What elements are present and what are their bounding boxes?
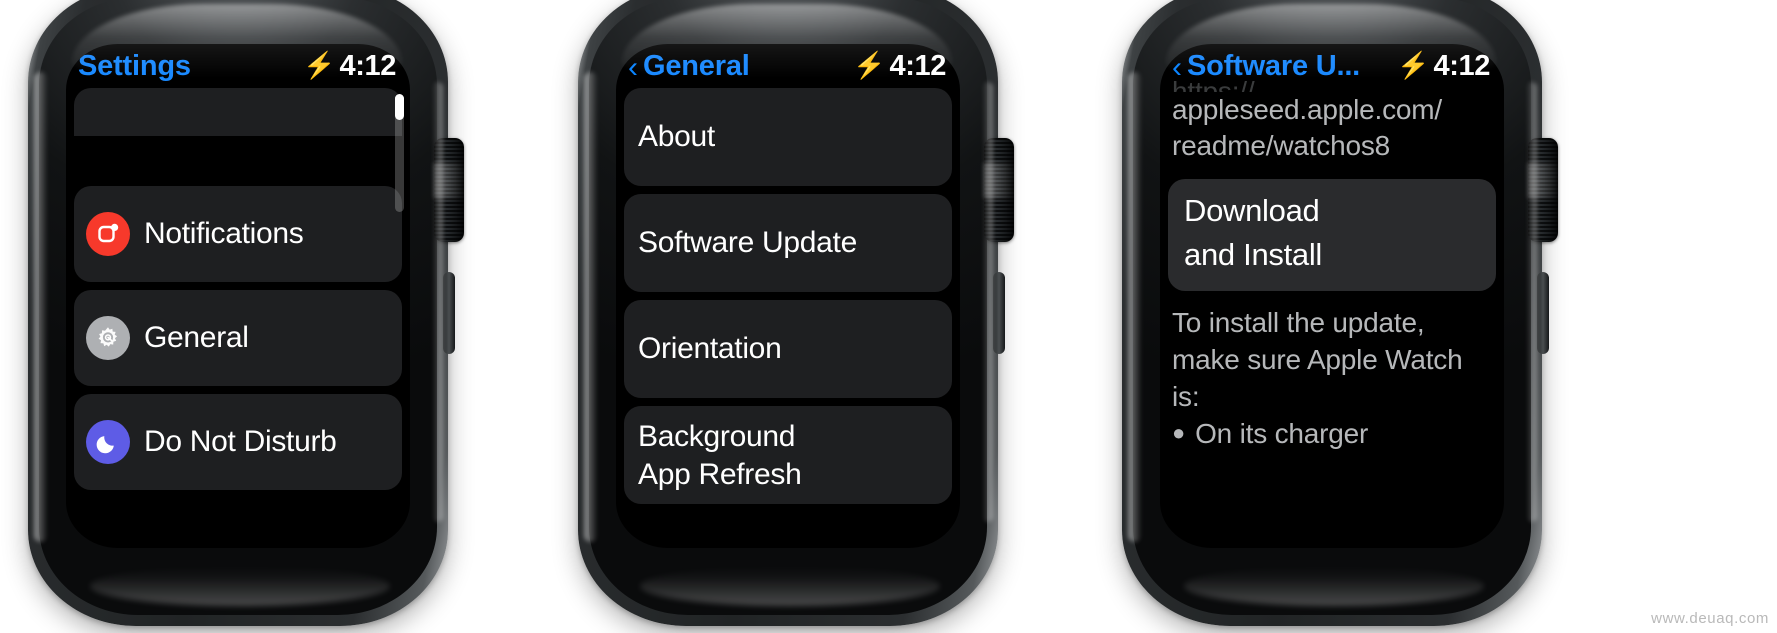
instruction-bullet-item: ● On its charger (1160, 416, 1504, 450)
sidebar-item-label: Do Not Disturb (144, 425, 337, 458)
list-item-label: Software Update (638, 226, 857, 259)
instructions-line-3: is: (1172, 380, 1200, 412)
sidebar-item-label: Notifications (144, 217, 304, 250)
back-chevron-icon[interactable]: ‹ (628, 52, 638, 83)
instructions-line-2: make sure Apple Watch (1172, 343, 1463, 375)
scrollbar-thumb[interactable] (395, 94, 404, 120)
status-bar: Settings ⚡ 4:12 (66, 44, 410, 88)
digital-crown[interactable] (1528, 138, 1558, 242)
download-button-label-line2: and Install (1184, 236, 1323, 272)
list-item-orientation[interactable]: Orientation (624, 300, 952, 398)
status-bar-right: ⚡ 4:12 (853, 50, 946, 83)
page-title: General (643, 49, 750, 82)
watch-screen-software-update: ‹ Software U... ⚡ 4:12 https:// applesee… (1160, 44, 1504, 548)
list-item-label-line2: App Refresh (638, 458, 802, 492)
update-url-text: https:// appleseed.apple.com/ readme/wat… (1160, 74, 1504, 165)
url-line-2: readme/watchos8 (1172, 130, 1391, 162)
install-instructions: To install the update, make sure Apple W… (1160, 301, 1504, 416)
side-button[interactable] (1537, 272, 1549, 354)
status-bar-left: ‹ General (628, 50, 845, 83)
apple-watch-device-settings: Settings ⚡ 4:12 Notifications General Do… (28, 0, 464, 626)
list-item-partial-top[interactable] (74, 88, 402, 136)
list-item-about[interactable]: About (624, 88, 952, 186)
status-bar: ‹ General ⚡ 4:12 (616, 44, 960, 88)
list-item-label: Orientation (638, 332, 782, 365)
status-bar-right: ⚡ 4:12 (303, 50, 396, 83)
site-watermark: www.deuaq.com (1651, 610, 1769, 627)
url-line-clipped: https:// (1172, 76, 1255, 92)
scrollbar[interactable] (395, 94, 404, 212)
watch-screen-general: ‹ General ⚡ 4:12 About Software Update O… (616, 44, 960, 548)
screenshot-canvas: Settings ⚡ 4:12 Notifications General Do… (0, 0, 1777, 633)
sidebar-item-label: General (144, 321, 249, 354)
watch-screen-settings: Settings ⚡ 4:12 Notifications General Do… (66, 44, 410, 548)
sidebar-item-notifications[interactable]: Notifications (74, 186, 402, 282)
bolt-icon: ⚡ (853, 50, 886, 80)
page-title: Settings (78, 49, 191, 82)
list-item-background-app-refresh[interactable]: Background App Refresh (624, 406, 952, 504)
settings-list: Notifications General Do Not Disturb (66, 88, 410, 490)
clock-time: 4:12 (889, 49, 947, 82)
list-item-label: About (638, 120, 715, 153)
clock-time: 4:12 (339, 49, 397, 82)
sidebar-item-general[interactable]: General (74, 290, 402, 386)
general-list: About Software Update Orientation Backgr… (616, 88, 960, 504)
download-and-install-button[interactable]: Download and Install (1168, 178, 1496, 291)
apple-watch-device-software-update: ‹ Software U... ⚡ 4:12 https:// applesee… (1122, 0, 1558, 626)
url-line-1: appleseed.apple.com/ (1172, 94, 1442, 125)
instruction-bullet-label: On its charger (1195, 417, 1369, 449)
notifications-icon (86, 212, 130, 256)
digital-crown[interactable] (434, 138, 464, 242)
bolt-icon: ⚡ (303, 50, 336, 80)
list-item-label-line1: Background (638, 420, 796, 453)
instructions-line-1: To install the update, (1172, 306, 1425, 338)
side-button[interactable] (993, 272, 1005, 354)
apple-watch-device-general: ‹ General ⚡ 4:12 About Software Update O… (578, 0, 1014, 626)
status-bar-left: Settings (78, 50, 295, 83)
download-button-label-line1: Download (1184, 192, 1320, 228)
side-button[interactable] (443, 272, 455, 354)
list-gap (74, 136, 402, 186)
digital-crown[interactable] (984, 138, 1014, 242)
sidebar-item-do-not-disturb[interactable]: Do Not Disturb (74, 394, 402, 490)
moon-icon (86, 420, 130, 464)
list-item-software-update[interactable]: Software Update (624, 194, 952, 292)
gear-icon (86, 316, 130, 360)
bullet-dot-icon: ● (1172, 419, 1186, 445)
